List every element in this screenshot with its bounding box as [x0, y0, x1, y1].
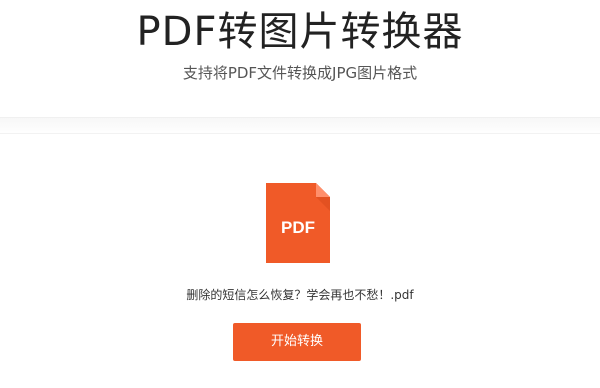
- pdf-icon-label: PDF: [281, 218, 315, 237]
- divider-line: [0, 133, 600, 134]
- pdf-file-icon: PDF: [266, 183, 330, 263]
- file-name: 删除的短信怎么恢复？学会再也不愁！.pdf: [186, 288, 414, 302]
- page: PDF转图片转换器 支持将PDF文件转换成JPG图片格式 PDF 删除的短信怎么…: [0, 0, 600, 388]
- start-convert-button[interactable]: 开始转换: [233, 323, 361, 361]
- page-subtitle: 支持将PDF文件转换成JPG图片格式: [182, 64, 418, 82]
- page-title: PDF转图片转换器: [136, 9, 464, 55]
- section-divider: [0, 117, 600, 134]
